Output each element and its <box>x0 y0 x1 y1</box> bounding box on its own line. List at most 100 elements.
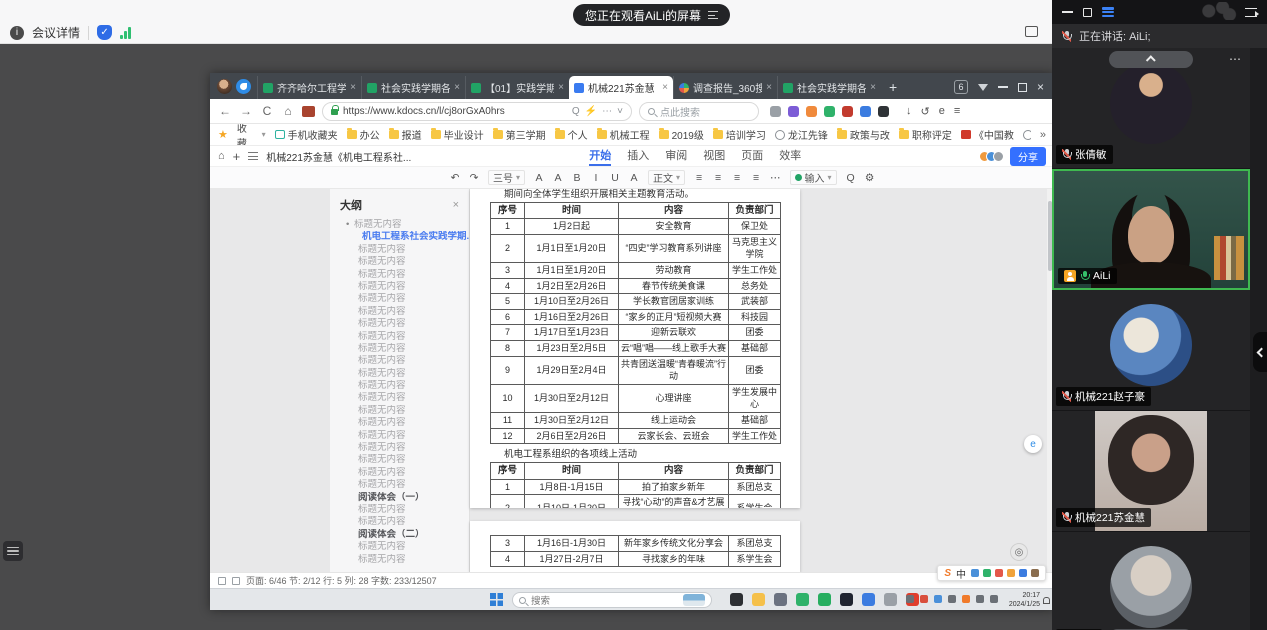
outline-item[interactable]: 标题无内容 <box>330 504 469 516</box>
taskbar-app-icon[interactable] <box>752 593 765 606</box>
browser-tab[interactable]: 齐齐哈尔工程学院校 × <box>257 76 361 99</box>
taskbar-app-icon[interactable] <box>840 593 853 606</box>
cast-icon[interactable] <box>1025 26 1038 37</box>
outline-item[interactable]: 标题无内容 <box>330 244 469 256</box>
info-icon[interactable]: i <box>10 26 24 40</box>
browser-float-button[interactable]: e <box>1024 435 1042 453</box>
paragraph-style-select[interactable]: 正文▾ <box>648 170 685 185</box>
kdocs-menu-tab[interactable]: 效率 <box>779 147 801 166</box>
toolbar-icon[interactable]: ⚙ <box>865 172 875 184</box>
tray-icon[interactable] <box>976 595 984 603</box>
back-icon[interactable]: ← <box>218 104 232 118</box>
toolbar-icon[interactable]: A <box>534 172 544 184</box>
outline-item[interactable]: 标题无内容 <box>330 355 469 367</box>
tile-more-icon[interactable]: ⋯ <box>1229 52 1242 66</box>
meeting-dock-toggle[interactable] <box>3 541 23 561</box>
taskbar-app-icon[interactable] <box>730 593 743 606</box>
tray-icon[interactable] <box>990 595 998 603</box>
kdocs-doc-title[interactable]: 机械221苏金慧《机电工程系社... <box>266 149 411 164</box>
outline-item[interactable]: 标题无内容 <box>330 219 469 231</box>
outline-item[interactable]: 标题无内容 <box>330 454 469 466</box>
collaborator-avatars[interactable] <box>979 151 1004 162</box>
home-icon[interactable]: ⌂ <box>281 104 295 118</box>
bookmark-item[interactable]: 龙江先锋 <box>775 127 828 142</box>
lightning-icon[interactable]: ⚡ <box>585 106 597 117</box>
favorites-label[interactable]: 收藏 <box>237 124 253 146</box>
toolbar-icon[interactable]: A <box>629 172 639 184</box>
browser-tab[interactable]: 机械221苏金慧《机 × <box>569 76 673 99</box>
kdocs-menu-tab[interactable]: 审阅 <box>665 147 687 166</box>
browser-tab[interactable]: 社会实践学期各专业 × <box>361 76 465 99</box>
outline-item[interactable]: 标题无内容 <box>330 256 469 268</box>
browser-action-icon[interactable]: ≡ <box>954 105 960 117</box>
browser-tab[interactable]: 社会实践学期各专业 × <box>777 76 881 99</box>
start-button[interactable] <box>490 593 503 606</box>
bookmark-item[interactable]: 【转载】 <box>1023 127 1031 142</box>
outline-item[interactable]: 标题无内容 <box>330 467 469 479</box>
bookmarks-overflow-icon[interactable]: » <box>1040 129 1046 141</box>
bookmark-item[interactable]: 职称评定 <box>899 127 952 142</box>
tray-icon[interactable] <box>962 595 970 603</box>
sidebar-collapse-handle[interactable] <box>1253 332 1267 372</box>
document-page-1[interactable]: 期间向全体学生组织开展相关主题教育活动。 序号时间内容负责部门 1 1月2日起 … <box>470 189 800 508</box>
tab-close-icon[interactable]: × <box>766 82 772 93</box>
ime-mode-label[interactable]: 中 <box>956 566 966 581</box>
outline-item[interactable]: 阅读体会（一） <box>330 492 469 504</box>
favorites-star-icon[interactable]: ★ <box>218 128 228 141</box>
toolbar-icon[interactable]: ↶ <box>450 172 460 184</box>
extension-icon[interactable] <box>878 106 889 117</box>
input-mode-select[interactable]: 输入▾ <box>790 170 837 185</box>
sogou-logo[interactable]: S <box>944 568 951 579</box>
meeting-details-button[interactable]: 会议详情 <box>32 24 80 41</box>
video-tile[interactable]: ⋯ 张倩敏 <box>1052 48 1250 169</box>
tab-close-icon[interactable]: × <box>558 82 564 93</box>
bookmark-item[interactable]: 个人 <box>555 127 588 142</box>
extension-icon[interactable] <box>842 106 853 117</box>
notification-icon[interactable] <box>1043 597 1050 604</box>
tab-close-icon[interactable]: × <box>662 82 668 93</box>
favorites-caret-icon[interactable]: ▾ <box>262 130 266 139</box>
video-tile-active-speaker[interactable]: AiLi <box>1052 169 1250 290</box>
outline-item[interactable]: 标题无内容 <box>330 343 469 355</box>
kdocs-menu-tab[interactable]: 插入 <box>627 147 649 166</box>
bookmark-item[interactable]: 机械工程 <box>597 127 650 142</box>
url-field[interactable]: https://www.kdocs.cn/l/cj8orGxA0hrs Q ⚡ … <box>322 102 632 121</box>
ime-icon[interactable] <box>983 569 991 577</box>
share-button[interactable]: 分享 <box>1010 147 1046 166</box>
browser-tab[interactable]: 调查报告_360搜索 × <box>673 76 777 99</box>
toolbar-icon[interactable]: ≡ <box>713 172 723 184</box>
browser-action-icon[interactable]: ↓ <box>906 105 912 117</box>
bookmark-item[interactable]: 报道 <box>389 127 422 142</box>
quick-search-field[interactable]: 点此搜索 <box>639 102 759 121</box>
ime-icon[interactable] <box>1031 569 1039 577</box>
window-maximize-button[interactable] <box>1018 83 1027 92</box>
dropdown-icon[interactable]: ˅ <box>617 106 623 117</box>
zoom-page-icon[interactable]: Q <box>572 106 580 117</box>
video-tile[interactable]: 李明 <box>1052 532 1250 630</box>
kdocs-menu-tab[interactable]: 开始 <box>589 147 611 166</box>
kdocs-menu-tab[interactable]: 页面 <box>741 147 763 166</box>
forward-icon[interactable]: → <box>239 104 253 118</box>
extension-icon[interactable] <box>806 106 817 117</box>
tab-close-icon[interactable]: × <box>454 82 460 93</box>
tray-icon[interactable] <box>906 595 914 603</box>
window-close-button[interactable]: × <box>1037 80 1044 94</box>
bookmark-item[interactable]: 2019级 <box>659 127 704 142</box>
outline-item[interactable]: 标题无内容 <box>330 430 469 442</box>
taskbar-app-icon[interactable] <box>862 593 875 606</box>
taskbar-app-icon[interactable] <box>818 593 831 606</box>
toolbar-icon[interactable]: ↷ <box>469 172 479 184</box>
watching-banner[interactable]: 您正在观看AiLi的屏幕 <box>573 4 730 26</box>
toolbar-icon[interactable]: ≡ <box>732 172 742 184</box>
toolbar-icon[interactable]: ≡ <box>694 172 704 184</box>
screenshot-float-button[interactable]: ◎ <box>1010 543 1028 561</box>
outline-close-icon[interactable]: × <box>453 199 459 211</box>
workbench-icon[interactable] <box>302 106 315 117</box>
outline-item[interactable]: 标题无内容 <box>330 293 469 305</box>
status-view-icon[interactable] <box>218 577 226 585</box>
outline-item[interactable]: 标题无内容 <box>330 368 469 380</box>
taskbar-app-icon[interactable] <box>774 593 787 606</box>
download-funnel-icon[interactable] <box>978 84 988 91</box>
outline-item[interactable]: 标题无内容 <box>330 516 469 528</box>
tab-close-icon[interactable]: × <box>350 82 356 93</box>
